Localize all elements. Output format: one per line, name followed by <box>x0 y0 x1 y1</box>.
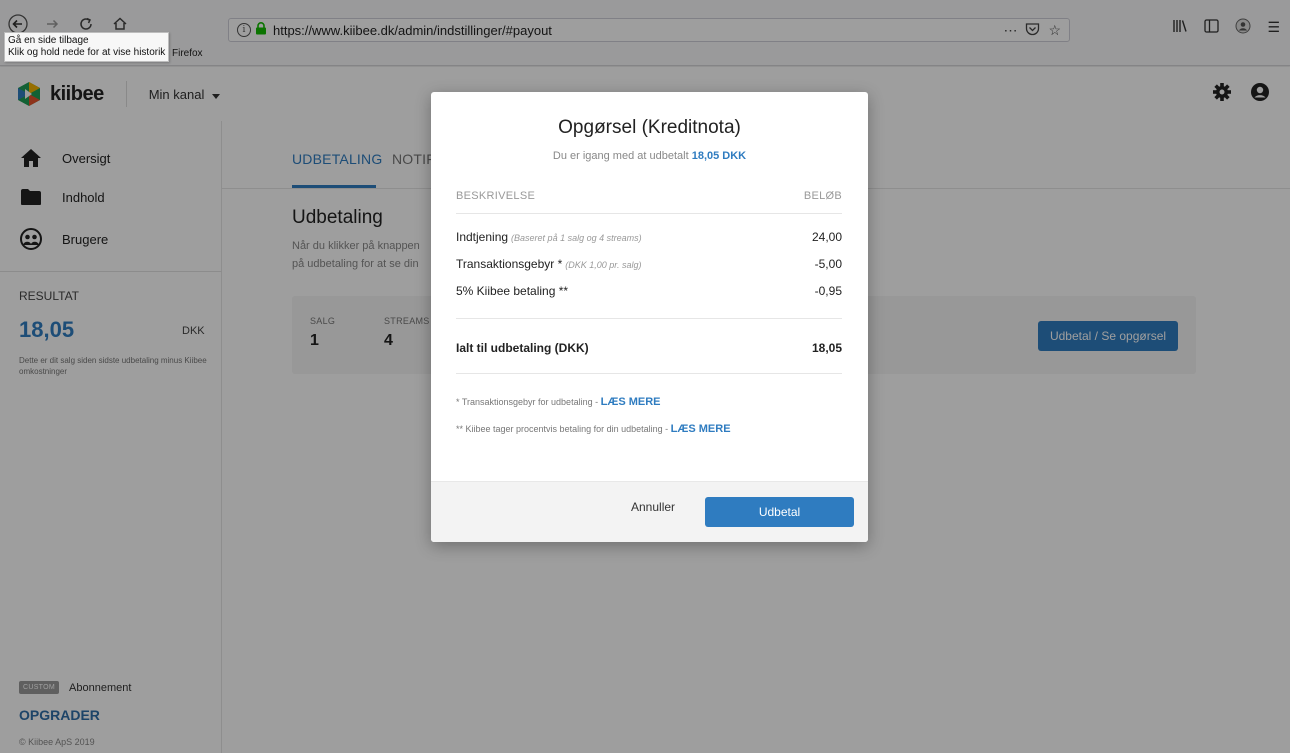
cancel-button[interactable]: Annuller <box>631 500 675 514</box>
subtitle-text: Du er igang med at udbetalt <box>552 150 689 162</box>
row-note: (Baseret på 1 salg og 4 streams) <box>511 233 642 243</box>
row-label-wrap: 5% Kiibee betaling ** <box>456 284 568 298</box>
confirm-payout-button[interactable]: Udbetal <box>705 497 854 527</box>
read-more-link[interactable]: LÆS MERE <box>671 423 731 435</box>
row-amount: 24,00 <box>811 230 842 244</box>
table-row: Transaktionsgebyr * (DKK 1,00 pr. salg) -… <box>456 257 842 271</box>
row-note: (DKK 1,00 pr. salg) <box>565 260 642 270</box>
total-label: Ialt til udbetaling (DKK) <box>456 341 589 355</box>
row-label: Transaktionsgebyr * <box>456 257 563 271</box>
row-label-wrap: Transaktionsgebyr * (DKK 1,00 pr. salg) <box>456 257 641 271</box>
modal-footer: Annuller Udbetal <box>431 481 868 542</box>
total-amount: 18,05 <box>811 341 842 355</box>
row-amount: -0,95 <box>814 284 842 298</box>
subtitle-amount: 18,05 DKK <box>691 150 747 162</box>
divider <box>456 213 842 214</box>
column-header-description: BESKRIVELSE <box>456 190 536 202</box>
read-more-link[interactable]: LÆS MERE <box>601 396 661 408</box>
row-label: Indtjening <box>456 230 509 244</box>
divider <box>456 318 842 319</box>
divider <box>456 373 842 374</box>
total-row: Ialt til udbetaling (DKK) 18,05 <box>456 341 842 355</box>
footnote-text: * Transaktionsgebyr for udbetaling - <box>456 397 599 407</box>
table-row: 5% Kiibee betaling ** -0,95 <box>456 284 842 298</box>
tooltip-line: Gå en side tilbage <box>8 35 89 46</box>
row-label: 5% Kiibee betaling ** <box>456 284 569 298</box>
column-header-amount: BELØB <box>803 190 842 202</box>
footnote: ** Kiibee tager procentvis betaling for … <box>456 423 731 435</box>
footnote: * Transaktionsgebyr for udbetaling - LÆS… <box>456 396 661 408</box>
modal-subtitle: Du er igang med at udbetalt 18,05 DKK <box>431 150 868 162</box>
footnote-text: ** Kiibee tager procentvis betaling for … <box>456 424 669 434</box>
table-row: Indtjening (Baseret på 1 salg og 4 stream… <box>456 230 842 244</box>
modal-title: Opgørsel (Kreditnota) <box>558 117 741 138</box>
back-tooltip: Gå en side tilbage Klik og hold nede for… <box>4 32 170 62</box>
tooltip-line: Klik og hold nede for at vise historik <box>8 47 166 58</box>
row-label-wrap: Indtjening (Baseret på 1 salg og 4 stream… <box>456 230 642 244</box>
row-amount: -5,00 <box>814 257 842 271</box>
payout-modal: Opgørsel (Kreditnota) Du er igang med at… <box>431 92 868 542</box>
